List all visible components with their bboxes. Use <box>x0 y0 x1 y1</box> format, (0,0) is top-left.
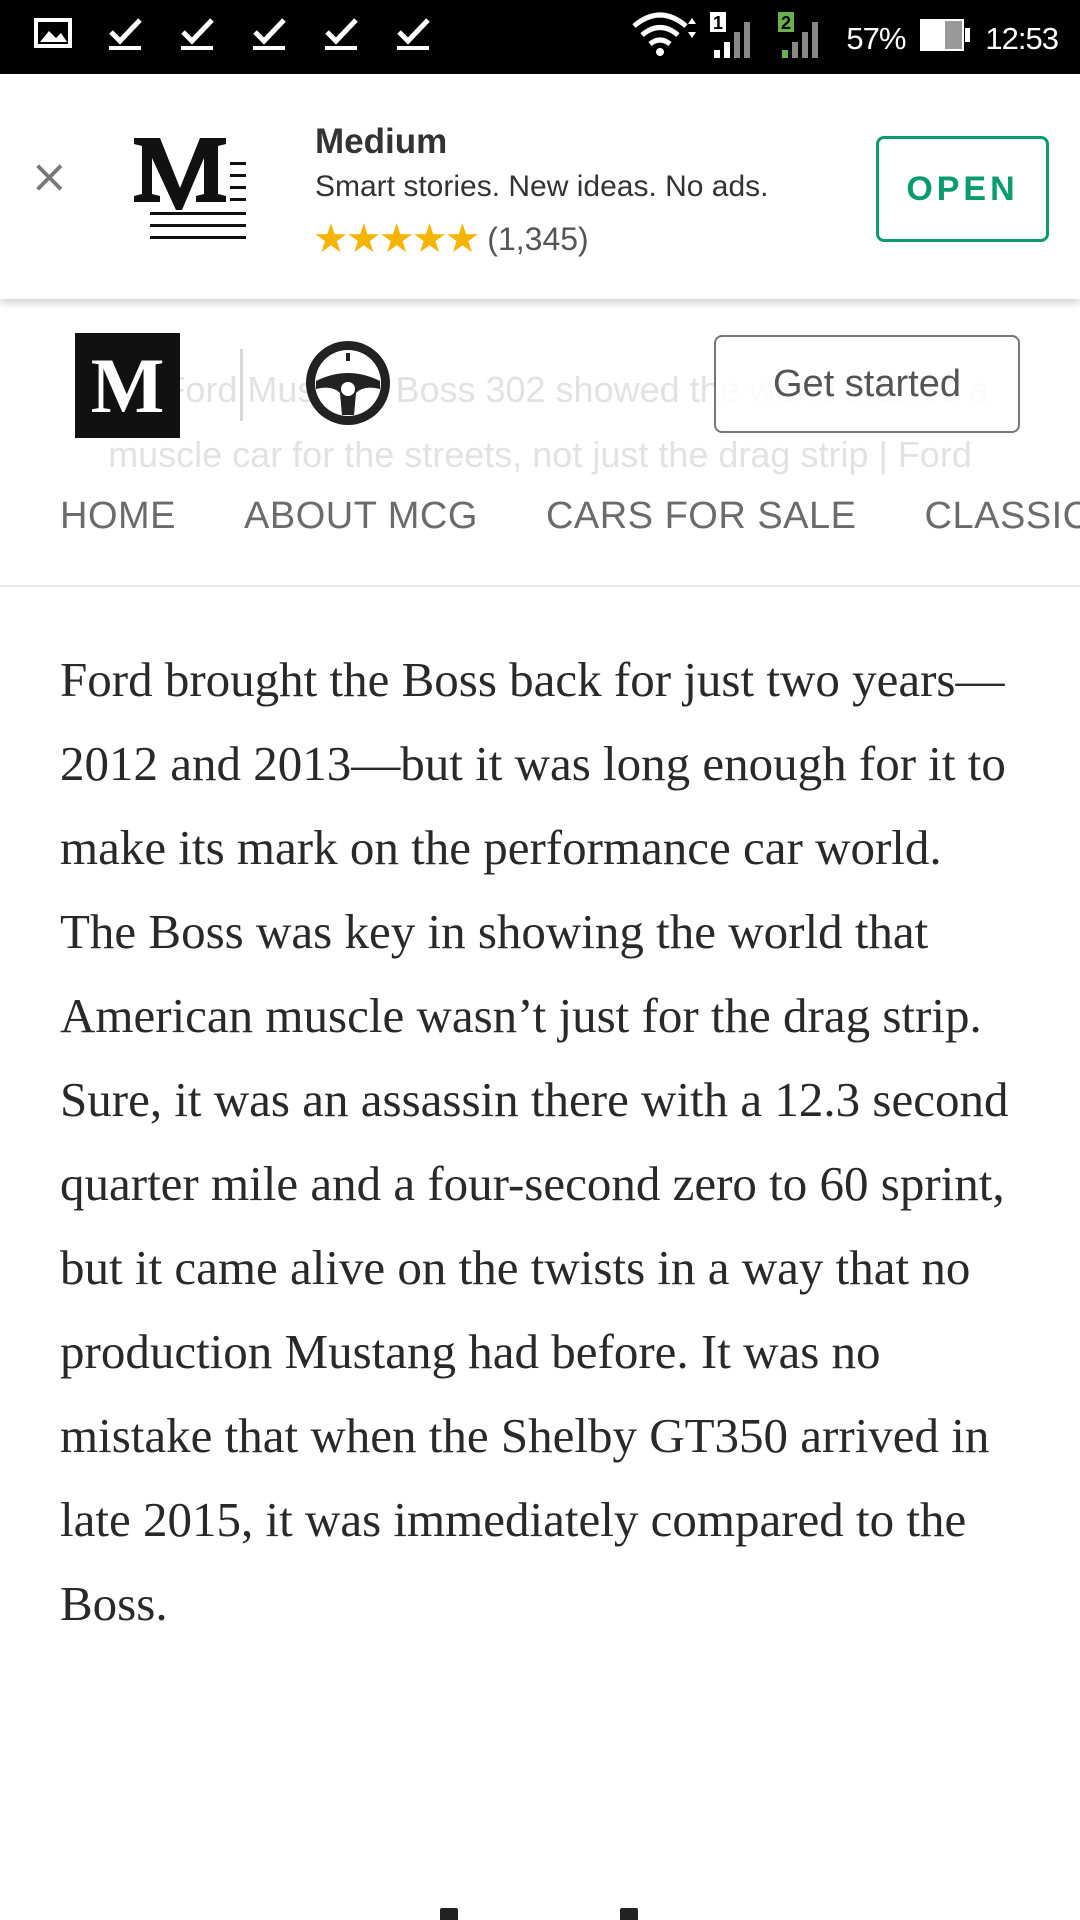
check-icon <box>250 14 288 52</box>
battery-icon <box>919 18 971 60</box>
check-icon <box>394 14 432 52</box>
app-rating: ★★★★★ (1,345) <box>313 216 589 262</box>
notification-icons <box>34 14 432 52</box>
sim2-label: 2 <box>781 13 791 33</box>
site-header: The Ford Mustang Boss 302 showed the wor… <box>0 299 1080 587</box>
wifi-icon <box>630 10 697 68</box>
nav-item-home[interactable]: HOME <box>60 495 176 538</box>
app-install-banner: × Medium Smart stories. New ideas. No ad… <box>0 74 1080 299</box>
nav-item-about-mcg[interactable]: ABOUT MCG <box>244 495 478 538</box>
article-paragraph: Ford brought the Boss back for just two … <box>60 652 1009 1631</box>
app-tagline: Smart stories. New ideas. No ads. <box>315 170 769 203</box>
header-divider <box>240 349 243 421</box>
medium-app-logo-icon <box>130 124 250 244</box>
steering-wheel-logo-icon[interactable] <box>300 335 396 431</box>
signal-sim1-icon: 1 <box>710 10 764 68</box>
rating-count: (1,345) <box>487 220 589 257</box>
site-nav: HOME ABOUT MCG CARS FOR SALE CLASSIC <box>60 495 1080 538</box>
check-icon <box>178 14 216 52</box>
medium-logo-button[interactable]: M <box>75 333 180 438</box>
next-heading-partial <box>440 1888 650 1920</box>
signal-sim2-icon: 2 <box>778 10 832 68</box>
app-name: Medium <box>315 122 448 161</box>
status-bar: 1 2 57% 12:53 <box>0 0 1080 74</box>
sim1-label: 1 <box>713 13 723 33</box>
status-indicators: 1 2 57% 12:53 <box>630 10 1059 68</box>
close-banner-button[interactable]: × <box>30 153 69 199</box>
battery-percentage: 57% <box>846 21 906 56</box>
nav-item-classic[interactable]: CLASSIC <box>925 495 1080 538</box>
check-icon <box>322 14 360 52</box>
article-content: Ford brought the Boss back for just two … <box>60 638 1020 1646</box>
get-started-button[interactable]: Get started <box>714 335 1020 433</box>
check-icon <box>106 14 144 52</box>
gallery-icon <box>34 14 72 52</box>
clock: 12:53 <box>985 21 1059 56</box>
nav-item-cars-for-sale[interactable]: CARS FOR SALE <box>546 495 857 538</box>
rating-stars: ★★★★★ <box>313 216 480 262</box>
open-app-button[interactable]: OPEN <box>876 136 1049 242</box>
